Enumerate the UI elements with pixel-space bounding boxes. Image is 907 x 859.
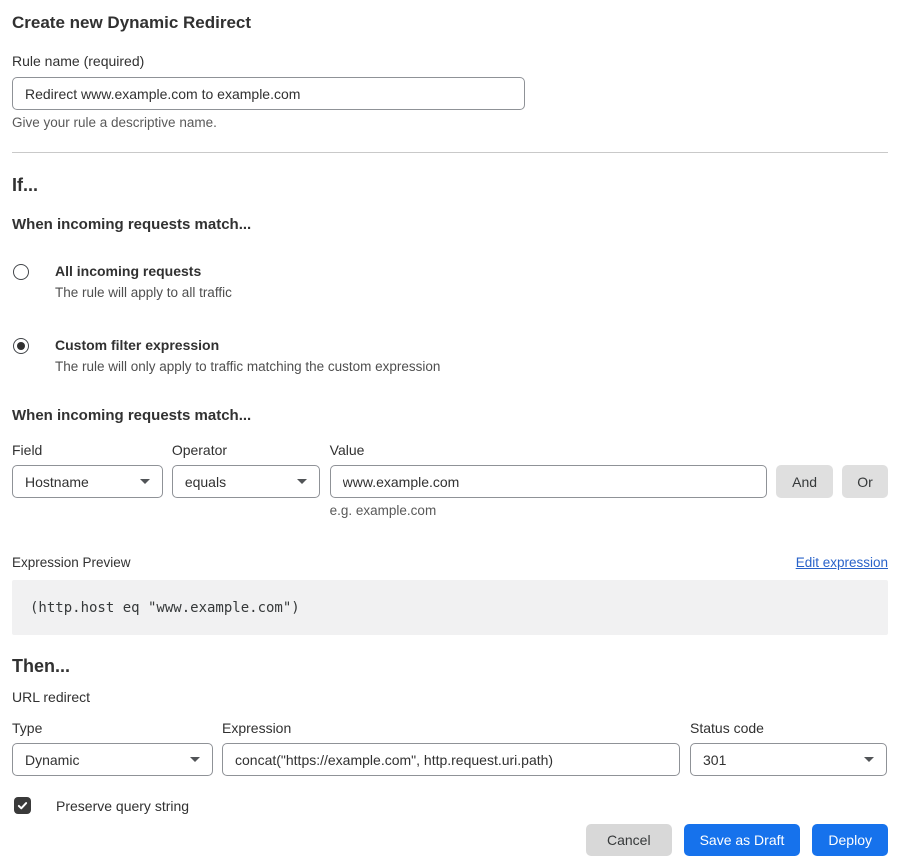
preserve-query-label: Preserve query string <box>56 798 189 814</box>
rule-name-input[interactable] <box>12 77 525 110</box>
checkmark-icon <box>16 799 29 812</box>
save-as-draft-button[interactable]: Save as Draft <box>684 824 801 856</box>
preserve-query-checkbox[interactable] <box>14 797 31 814</box>
url-redirect-label: URL redirect <box>12 689 888 706</box>
value-input[interactable] <box>330 465 767 498</box>
expression-preview-label: Expression Preview <box>12 555 131 571</box>
and-button[interactable]: And <box>776 465 833 498</box>
field-label: Field <box>12 442 163 459</box>
radio-custom-filter-label: Custom filter expression <box>55 337 440 354</box>
value-label: Value <box>330 442 767 459</box>
request-match-radio-group: All incoming requests The rule will appl… <box>12 263 888 375</box>
form-actions: Cancel Save as Draft Deploy <box>12 824 888 856</box>
expression-label: Expression <box>222 720 680 737</box>
status-code-label: Status code <box>690 720 887 737</box>
radio-custom-filter-desc: The rule will only apply to traffic matc… <box>55 358 440 375</box>
expression-preview-code: (http.host eq "www.example.com") <box>12 580 888 635</box>
type-select-value: Dynamic <box>25 752 79 768</box>
radio-all-incoming[interactable] <box>13 264 29 280</box>
preserve-query-row[interactable]: Preserve query string <box>12 797 888 814</box>
field-select-value: Hostname <box>25 474 89 490</box>
chevron-down-icon <box>297 479 307 484</box>
field-select[interactable]: Hostname <box>12 465 163 498</box>
value-help: e.g. example.com <box>330 503 767 519</box>
edit-expression-link[interactable]: Edit expression <box>796 555 888 571</box>
type-select[interactable]: Dynamic <box>12 743 213 776</box>
operator-select[interactable]: equals <box>172 465 320 498</box>
if-heading: If... <box>12 174 888 196</box>
radio-option-all-incoming[interactable]: All incoming requests The rule will appl… <box>12 263 888 301</box>
section-divider <box>12 152 888 153</box>
match-heading: When incoming requests match... <box>12 216 888 234</box>
page-title: Create new Dynamic Redirect <box>12 12 888 34</box>
redirect-config-row: Type Dynamic Expression Status code 301 <box>12 720 888 776</box>
operator-label: Operator <box>172 442 320 459</box>
rule-name-label: Rule name (required) <box>12 53 888 70</box>
radio-all-incoming-label: All incoming requests <box>55 263 232 280</box>
chevron-down-icon <box>864 757 874 762</box>
filter-builder-row: Field Hostname Operator equals Value e.g… <box>12 442 888 519</box>
cancel-button[interactable]: Cancel <box>586 824 672 856</box>
then-heading: Then... <box>12 655 888 677</box>
deploy-button[interactable]: Deploy <box>812 824 888 856</box>
or-button[interactable]: Or <box>842 465 888 498</box>
type-label: Type <box>12 720 213 737</box>
builder-heading: When incoming requests match... <box>12 407 888 425</box>
status-code-select-value: 301 <box>703 752 726 768</box>
chevron-down-icon <box>140 479 150 484</box>
expression-preview-header: Expression Preview Edit expression <box>12 555 888 571</box>
radio-all-incoming-desc: The rule will apply to all traffic <box>55 284 232 301</box>
radio-option-custom-filter[interactable]: Custom filter expression The rule will o… <box>12 337 888 375</box>
rule-name-help: Give your rule a descriptive name. <box>12 115 888 131</box>
redirect-expression-input[interactable] <box>222 743 680 776</box>
status-code-select[interactable]: 301 <box>690 743 887 776</box>
operator-select-value: equals <box>185 474 226 490</box>
create-redirect-form: Create new Dynamic Redirect Rule name (r… <box>0 0 907 856</box>
radio-custom-filter[interactable] <box>13 338 29 354</box>
chevron-down-icon <box>190 757 200 762</box>
